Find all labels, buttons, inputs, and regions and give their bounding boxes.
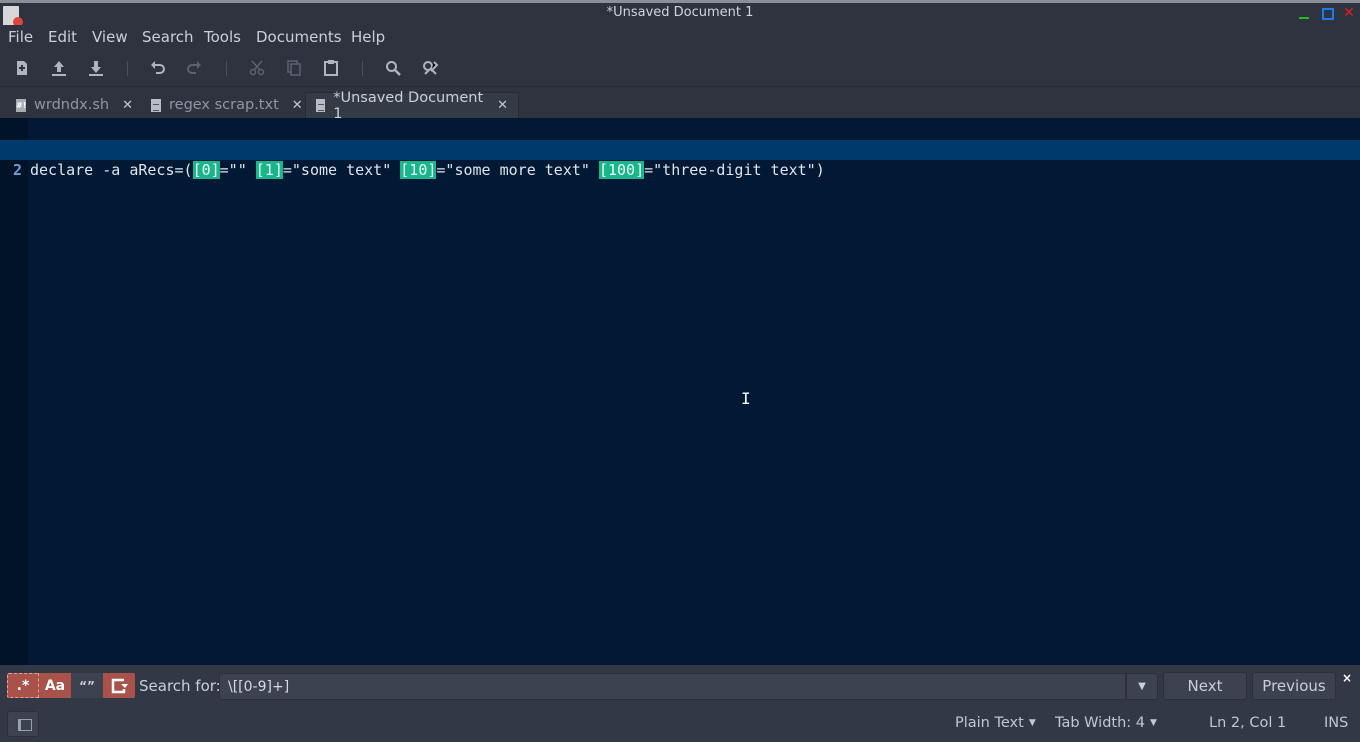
wrap-around-icon [111, 678, 128, 693]
search-icon [386, 61, 401, 76]
menu-view[interactable]: View [92, 28, 128, 46]
menu-edit[interactable]: Edit [48, 28, 77, 46]
text-file-icon [151, 98, 161, 112]
tab-width-label: Tab Width: 4 [1055, 715, 1146, 731]
close-tab-icon[interactable]: ✕ [292, 98, 303, 113]
menu-bar: File Edit View Search Tools Documents He… [0, 25, 1360, 50]
line-content: declare -a aRecs=([0]="" [1]="some text"… [30, 160, 825, 180]
tab-bar: #! wrdndx.sh ✕ regex scrap.txt ✕ *Unsave… [0, 87, 1360, 122]
language-selector[interactable]: Plain Text ▼ [955, 715, 1036, 731]
status-bar: Plain Text ▼ Tab Width: 4 ▼ Ln 2, Col 1 IN… [0, 705, 1360, 742]
search-history-dropdown[interactable]: ▼ [1126, 673, 1158, 700]
close-search-icon[interactable]: × [1342, 671, 1352, 685]
text-editor[interactable]: 1 declare -a aRecs=([0]="" [1]="some tex… [0, 118, 1360, 665]
cut-button[interactable] [247, 58, 267, 78]
close-tab-icon[interactable]: ✕ [122, 98, 133, 113]
tab-unsaved-document[interactable]: *Unsaved Document 1 ✕ [305, 90, 519, 122]
maximize-button[interactable] [1321, 6, 1335, 20]
text-cursor-icon: I [741, 389, 751, 408]
menu-file[interactable]: File [8, 28, 33, 46]
close-window-button[interactable]: ✕ [1342, 6, 1356, 20]
shell-script-icon: #! [16, 98, 27, 112]
find-replace-button[interactable] [420, 58, 440, 78]
menu-tools[interactable]: Tools [204, 28, 241, 46]
save-button[interactable] [86, 58, 106, 78]
search-label: Search for: [139, 677, 221, 695]
search-match: [0] [192, 161, 220, 179]
toolbar [0, 50, 1360, 87]
code-text: ="some more text" [436, 161, 599, 179]
tab-wrdndx-sh[interactable]: #! wrdndx.sh ✕ [8, 92, 141, 118]
match-case-toggle[interactable]: Aa [39, 673, 71, 698]
copy-icon [287, 60, 301, 76]
tab-regex-scrap[interactable]: regex scrap.txt ✕ [143, 92, 311, 118]
title-bar: *Unsaved Document 1 ✕ [0, 0, 1360, 27]
regex-toggle[interactable]: .* [7, 673, 39, 698]
chevron-down-icon: ▼ [1150, 718, 1157, 728]
language-label: Plain Text [955, 715, 1024, 731]
new-document-icon [17, 61, 27, 75]
open-button[interactable] [49, 58, 69, 78]
scissors-icon [249, 60, 265, 76]
find-replace-icon [423, 61, 439, 75]
copy-button[interactable] [284, 58, 304, 78]
code-text: ="some text" [282, 161, 401, 179]
search-input[interactable] [219, 673, 1126, 700]
chevron-down-icon: ▼ [1028, 718, 1036, 728]
tab-label: wrdndx.sh [34, 97, 110, 113]
undo-button[interactable] [148, 58, 168, 78]
code-text: declare -a aRecs=( [30, 161, 193, 179]
editor-line-current[interactable]: 2 [0, 140, 1360, 180]
upload-icon [52, 61, 66, 76]
search-match: [100] [598, 161, 645, 179]
toolbar-separator [127, 61, 128, 76]
line-number-gutter [0, 118, 28, 665]
insert-mode-indicator[interactable]: INS [1324, 715, 1348, 731]
menu-documents[interactable]: Documents [256, 28, 342, 46]
toolbar-separator [362, 61, 363, 76]
search-bar: .* Aa “” Search for: ▼ Next Previous × [0, 665, 1360, 705]
search-match: [10] [400, 161, 437, 179]
new-document-button[interactable] [12, 58, 32, 78]
next-button[interactable]: Next [1163, 672, 1247, 700]
tab-label: *Unsaved Document 1 [333, 89, 484, 122]
undo-icon [151, 61, 165, 74]
menu-search[interactable]: Search [142, 28, 194, 46]
wrap-around-toggle[interactable] [103, 673, 135, 698]
redo-button[interactable] [184, 58, 204, 78]
search-match: [1] [255, 161, 283, 179]
code-text: ="three-digit text") [644, 161, 825, 179]
sidebar-toggle-button[interactable] [7, 711, 39, 737]
close-tab-icon[interactable]: ✕ [497, 98, 508, 113]
toolbar-separator [226, 61, 227, 76]
cursor-position: Ln 2, Col 1 [1209, 715, 1287, 731]
find-button[interactable] [383, 58, 403, 78]
previous-button[interactable]: Previous [1252, 672, 1336, 700]
menu-help[interactable]: Help [351, 28, 385, 46]
line-number: 2 [0, 160, 28, 180]
window-title: *Unsaved Document 1 [606, 5, 754, 20]
minimize-button[interactable] [1298, 6, 1312, 20]
code-text: ="" [219, 161, 256, 179]
editor-line[interactable]: 1 declare -a aRecs=([0]="" [1]="some tex… [0, 120, 1360, 179]
download-icon [89, 61, 103, 76]
tab-label: regex scrap.txt [169, 97, 279, 113]
redo-icon [187, 61, 201, 74]
text-file-icon [316, 99, 326, 112]
paste-button[interactable] [321, 58, 341, 78]
whole-word-toggle[interactable]: “” [71, 673, 103, 698]
tab-width-selector[interactable]: Tab Width: 4 ▼ [1055, 715, 1157, 731]
clipboard-icon [324, 60, 338, 76]
